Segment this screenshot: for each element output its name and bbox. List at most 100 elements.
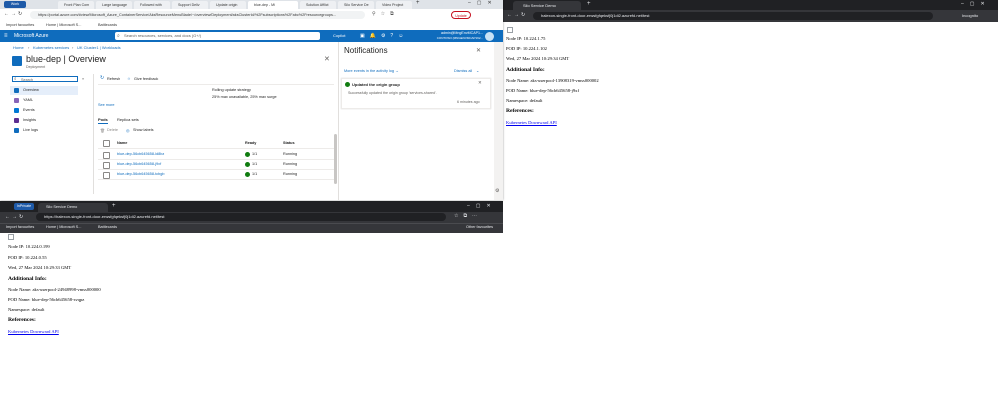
account-info[interactable]: admin@MngEnvMCAP1... CONTOSO (MNGENVMCAP… bbox=[425, 31, 483, 41]
tab-7[interactable]: Silo Service De bbox=[338, 1, 374, 9]
breadcrumb-kubernetes[interactable]: Kubernetes services bbox=[33, 45, 69, 50]
feedback-button[interactable]: Give feedback bbox=[134, 77, 158, 81]
breadcrumb-home[interactable]: Home bbox=[13, 45, 24, 50]
node-ip: Node IP: 10.224.0.199 bbox=[8, 244, 50, 249]
date-text: Wed, 27 Mar 2024 10:29:33 GMT bbox=[8, 265, 72, 270]
nav-arrows-icon[interactable]: ←→↻ bbox=[507, 12, 527, 18]
close-icon[interactable]: ✕ bbox=[478, 80, 482, 86]
activity-log-link[interactable]: More events in the activity log → bbox=[344, 69, 399, 73]
right-browser-window: Silo Service Demo + –▢✕ ←→↻ halexon-sing… bbox=[503, 0, 998, 400]
col-status[interactable]: Status bbox=[283, 141, 295, 145]
col-name[interactable]: Name bbox=[117, 141, 127, 145]
select-all-checkbox[interactable] bbox=[103, 140, 110, 147]
avatar[interactable] bbox=[485, 32, 494, 41]
row-divider bbox=[98, 179, 334, 180]
dismiss-all-button[interactable]: Dismiss all bbox=[454, 69, 472, 73]
collapse-icon[interactable]: « bbox=[82, 76, 84, 81]
fav-battlecards[interactable]: Battlecards bbox=[98, 225, 117, 229]
tab-0[interactable]: Front Plan Com bbox=[58, 1, 94, 9]
portal-search-input[interactable]: Search resources, services, and docs (G+… bbox=[115, 32, 320, 40]
overview-icon bbox=[14, 88, 19, 93]
show-labels-button[interactable]: Show labels bbox=[133, 128, 153, 132]
fav-battlecards[interactable]: Battlecards bbox=[98, 23, 117, 27]
fav-other[interactable]: Other favourites bbox=[466, 225, 493, 229]
row-checkbox[interactable] bbox=[103, 152, 110, 159]
row-checkbox[interactable] bbox=[103, 162, 110, 169]
header-icons[interactable]: ▣🔔⚙?☺ bbox=[360, 32, 408, 40]
right-tab[interactable]: Silo Service Demo bbox=[513, 1, 581, 10]
azure-address-bar[interactable]: https://portal.azure.com/#view/Microsoft… bbox=[30, 11, 365, 19]
see-more-link[interactable]: See more bbox=[98, 103, 114, 107]
work-profile-badge[interactable]: Work bbox=[4, 1, 26, 8]
window-controls-icon[interactable]: –▢✕ bbox=[467, 203, 497, 209]
events-icon bbox=[14, 108, 19, 113]
divider bbox=[98, 84, 334, 85]
row-checkbox[interactable] bbox=[103, 172, 110, 179]
downward-api-link[interactable]: Kubernetes Downward API bbox=[506, 120, 557, 125]
new-tab-icon[interactable]: + bbox=[587, 1, 591, 7]
fav-home[interactable]: Home | Microsoft S... bbox=[46, 225, 81, 229]
row-divider bbox=[98, 148, 334, 149]
tab-4[interactable]: Update origin bbox=[210, 1, 246, 9]
new-tab-icon[interactable]: + bbox=[416, 0, 420, 6]
bottom-tab[interactable]: Silo Service Demo bbox=[38, 203, 108, 212]
sidebar-item-insights[interactable]: Insights bbox=[10, 116, 78, 125]
chevron-down-icon[interactable]: ⌄ bbox=[476, 68, 479, 73]
namespace: Namespace: default bbox=[8, 307, 45, 312]
pod-ip: POD IP: 10.224.1.102 bbox=[506, 46, 547, 51]
pod-link[interactable]: blue-dep-56cb645658-tcbgb bbox=[117, 172, 165, 176]
more-options-icon[interactable]: ⋯ bbox=[100, 56, 106, 63]
tab-6[interactable]: Solution Afflict bbox=[300, 1, 336, 9]
nav-arrows-icon[interactable]: ←→↻ bbox=[4, 11, 24, 17]
inprivate-badge[interactable]: InPrivate bbox=[14, 203, 34, 210]
tab-8[interactable]: Video Project bbox=[376, 1, 412, 9]
pod-link[interactable]: blue-dep-56cb645658-j9xf bbox=[117, 162, 161, 166]
sidebar-item-live-logs[interactable]: Live logs bbox=[10, 126, 78, 135]
pod-status: Running bbox=[283, 172, 298, 176]
pod-ready: 1/1 bbox=[252, 152, 258, 156]
tab-replica-sets[interactable]: Replica sets bbox=[117, 117, 139, 122]
sidebar-divider bbox=[93, 74, 94, 194]
page-title: blue-dep | Overview bbox=[26, 54, 106, 64]
col-ready[interactable]: Ready bbox=[245, 141, 256, 145]
account-org: CONTOSO (MNGENVMCAP192... bbox=[436, 36, 483, 40]
fav-import[interactable]: Import favourites bbox=[6, 225, 34, 229]
fav-import[interactable]: Import favourites bbox=[6, 23, 34, 27]
tab-pods[interactable]: Pods bbox=[98, 117, 108, 122]
nav-arrows-icon[interactable]: ←→↻ bbox=[5, 214, 25, 220]
update-button[interactable]: Update bbox=[451, 11, 471, 19]
copilot-button[interactable]: Copilot bbox=[333, 32, 345, 40]
refresh-button[interactable]: Refresh bbox=[107, 77, 120, 81]
live-logs-icon bbox=[14, 128, 19, 133]
menu-icon[interactable]: ≡ bbox=[4, 30, 8, 42]
tab-3[interactable]: Support Deliv bbox=[172, 1, 208, 9]
toolbar-icons[interactable]: ⚲☆⧉ bbox=[372, 11, 399, 17]
window-controls-icon[interactable]: –▢✕ bbox=[468, 0, 498, 6]
delete-button[interactable]: Delete bbox=[107, 128, 118, 132]
bottom-address-bar[interactable]: https://halexon-single-front-door-erwsfg… bbox=[36, 213, 446, 221]
close-icon[interactable]: ✕ bbox=[476, 47, 481, 54]
downward-api-link[interactable]: Kubernetes Downward API bbox=[8, 329, 59, 334]
right-address-bar[interactable]: halexon-single-front-door-erwsfgfqeksfj0… bbox=[533, 12, 933, 20]
sidebar-item-overview[interactable]: Overview bbox=[10, 86, 78, 95]
close-blade-icon[interactable]: ✕ bbox=[324, 55, 330, 63]
tab-5[interactable]: blue-dep - Mi bbox=[248, 1, 298, 9]
breadcrumb-cluster[interactable]: UK Cluster1 | Workloads bbox=[77, 45, 121, 50]
toolbar-icons[interactable]: ☆⧉⋯ bbox=[454, 213, 482, 219]
new-tab-icon[interactable]: + bbox=[112, 203, 116, 209]
date-text: Wed, 27 Mar 2024 10:29:34 GMT bbox=[506, 56, 570, 61]
sidebar-item-yaml[interactable]: YAML bbox=[10, 96, 78, 105]
tab-1[interactable]: Large language bbox=[96, 1, 132, 9]
sidebar-search-input[interactable]: Search bbox=[12, 76, 78, 82]
pod-link[interactable]: blue-dep-56cb645658-ld8bz bbox=[117, 152, 164, 156]
tab-2[interactable]: Followed with bbox=[134, 1, 170, 9]
azure-brand[interactable]: Microsoft Azure bbox=[14, 30, 48, 42]
strategy-label: Rolling update strategy bbox=[212, 88, 251, 92]
incognito-badge[interactable]: Incognito bbox=[962, 12, 992, 20]
references-heading: References: bbox=[8, 317, 36, 323]
sidebar-item-events[interactable]: Events bbox=[10, 106, 78, 115]
gear-icon[interactable]: ⚙ bbox=[495, 188, 499, 194]
scrollbar[interactable] bbox=[334, 134, 337, 184]
fav-home[interactable]: Home | Microsoft S... bbox=[46, 23, 81, 27]
window-controls-icon[interactable]: –▢✕ bbox=[961, 1, 991, 7]
